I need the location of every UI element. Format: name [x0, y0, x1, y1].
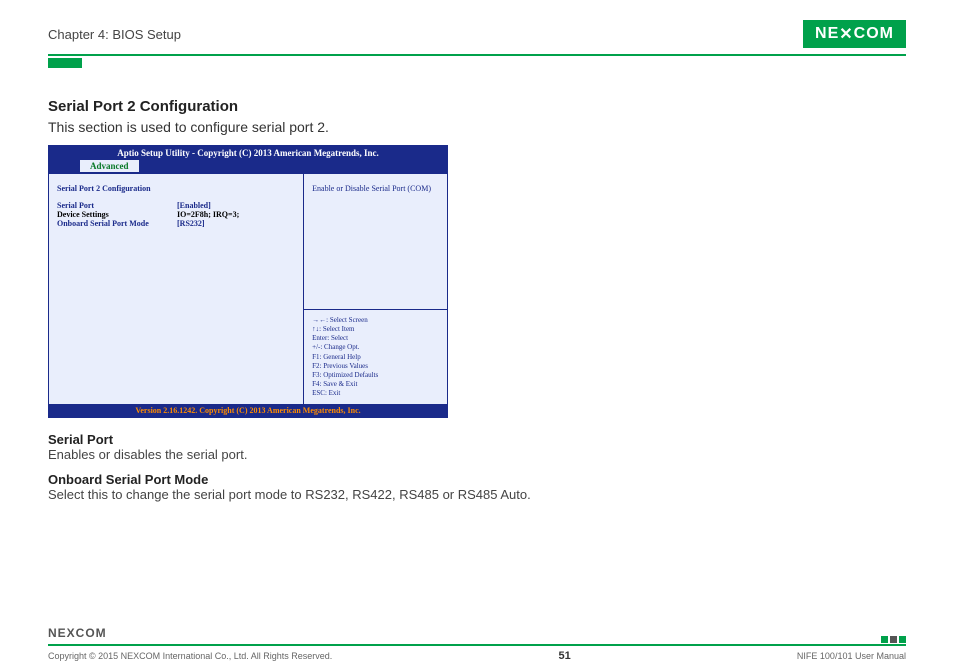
- bios-row-label: Onboard Serial Port Mode: [57, 219, 177, 228]
- desc-heading: Serial Port: [48, 432, 906, 447]
- bios-key-help: →←: Select Screen ↑↓: Select Item Enter:…: [304, 310, 447, 404]
- desc-heading: Onboard Serial Port Mode: [48, 472, 906, 487]
- bios-tab-advanced: Advanced: [79, 159, 140, 173]
- page-number: 51: [558, 650, 570, 662]
- bios-row-label: Serial Port: [57, 201, 177, 210]
- bios-row-value: [Enabled]: [177, 201, 211, 210]
- bios-row: Device Settings IO=2F8h; IRQ=3;: [57, 210, 295, 219]
- bios-row-value: [RS232]: [177, 219, 205, 228]
- section-title: Serial Port 2 Configuration: [48, 98, 906, 115]
- bios-footer: Version 2.16.1242. Copyright (C) 2013 Am…: [49, 404, 447, 417]
- footer-decoration: [48, 636, 906, 643]
- bios-help-text: Enable or Disable Serial Port (COM): [304, 174, 447, 310]
- accent-bar: [48, 58, 82, 68]
- header-rule: [48, 54, 906, 56]
- bios-screenshot: Aptio Setup Utility - Copyright (C) 2013…: [48, 145, 448, 418]
- footer-logo: NEXCOM: [48, 626, 107, 640]
- bios-row: Onboard Serial Port Mode [RS232]: [57, 219, 295, 228]
- bios-left-pane: Serial Port 2 Configuration Serial Port …: [49, 174, 304, 404]
- footer-manual: NIFE 100/101 User Manual: [797, 651, 906, 661]
- footer-copyright: Copyright © 2015 NEXCOM International Co…: [48, 651, 332, 661]
- desc-body: Select this to change the serial port mo…: [48, 487, 906, 502]
- chapter-title: Chapter 4: BIOS Setup: [48, 27, 181, 42]
- bios-section-heading: Serial Port 2 Configuration: [57, 184, 295, 193]
- bios-title-bar: Aptio Setup Utility - Copyright (C) 2013…: [49, 146, 447, 160]
- desc-body: Enables or disables the serial port.: [48, 447, 906, 462]
- bios-row-label: Device Settings: [57, 210, 177, 219]
- bios-row-value: IO=2F8h; IRQ=3;: [177, 210, 239, 219]
- bios-row: Serial Port [Enabled]: [57, 201, 295, 210]
- nexcom-logo: NE✕COM: [803, 20, 906, 48]
- section-description: This section is used to configure serial…: [48, 119, 906, 135]
